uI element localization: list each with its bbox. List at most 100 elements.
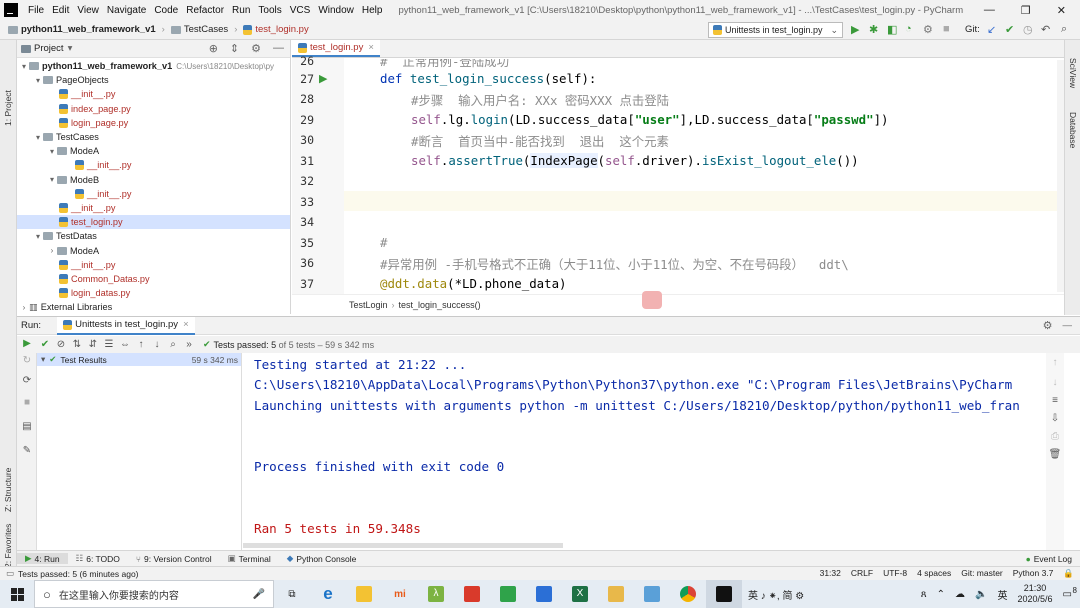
pycharm-taskbar-icon[interactable] (706, 580, 742, 608)
menu-refactor[interactable]: Refactor (182, 5, 228, 16)
ignored-filter-icon[interactable]: ⊘ (53, 339, 69, 350)
tab-run[interactable]: ▶ 4: Run (17, 553, 68, 564)
file-explorer-icon[interactable] (346, 580, 382, 608)
tree-item-file-selected[interactable]: test_login.py (17, 215, 290, 230)
indent-setting[interactable]: 4 spaces (917, 568, 951, 579)
green-app-icon[interactable] (490, 580, 526, 608)
passed-filter-icon[interactable]: ✔ (37, 339, 53, 350)
history-icon[interactable]: ◷ (1023, 23, 1033, 36)
git-update-icon[interactable]: ↙ (987, 23, 996, 36)
tree-item-folder[interactable]: ▾ PageObjects (17, 73, 290, 87)
run-icon[interactable]: ▶ (851, 23, 859, 36)
code-line-27[interactable]: def test_login_success(self): (380, 71, 596, 86)
coverage-icon[interactable]: ◧ (887, 23, 897, 36)
rerun-icon[interactable]: ▶ (19, 338, 35, 349)
more-icon[interactable]: » (181, 339, 197, 350)
tree-item-file[interactable]: __init__.py (17, 187, 290, 201)
sciview-tool-tab[interactable]: SciView (1068, 58, 1078, 88)
tree-item-folder[interactable]: ▾ TestCases (17, 130, 290, 144)
red-app-icon[interactable] (454, 580, 490, 608)
collapse-all-icon[interactable]: ⇔ (117, 339, 133, 350)
code-line-29[interactable]: self.lg.login(LD.success_data["user"],LD… (411, 112, 888, 127)
code-line-31[interactable]: self.assertTrue(IndexPage(self.driver).i… (411, 153, 859, 168)
breadcrumb-class[interactable]: TestLogin (349, 300, 388, 310)
rerun-failed-icon[interactable]: ↻ (19, 355, 35, 366)
expand-all-icon[interactable]: ☰ (101, 339, 117, 350)
menu-window[interactable]: Window (314, 5, 358, 16)
menu-run[interactable]: Run (228, 5, 254, 16)
git-commit-icon[interactable]: ✔ (1005, 23, 1014, 36)
toggle-auto-test-icon[interactable]: ⟳ (19, 375, 35, 386)
windows-start-icon[interactable] (0, 580, 34, 608)
search-icon[interactable]: ⌕ (1061, 23, 1067, 36)
breadcrumb-project[interactable]: python11_web_framework_v1 (6, 24, 158, 35)
editor-scrollbar[interactable] (1057, 60, 1064, 292)
ime-toolbar[interactable]: 英 ♪ ⁕, 简 ⚙ (748, 587, 804, 602)
tree-item-file[interactable]: __init__.py (17, 258, 290, 272)
stop-icon[interactable]: ■ (943, 23, 950, 35)
layout-icon[interactable]: ▤ (19, 421, 35, 432)
caret-position[interactable]: 31:32 (820, 568, 841, 579)
git-branch[interactable]: Git: master (961, 568, 1003, 579)
microphone-icon[interactable]: 🎤 (253, 589, 265, 600)
stop-icon[interactable]: ■ (19, 397, 35, 408)
console-hscrollbar[interactable] (243, 543, 563, 548)
close-icon[interactable]: ✕ (1057, 4, 1066, 17)
structure-tool-tab[interactable]: Z: Structure (3, 468, 13, 512)
favorites-tool-tab[interactable]: 2: Favorites (3, 524, 13, 568)
chrome-icon[interactable] (670, 580, 706, 608)
menu-vcs[interactable]: VCS (286, 5, 315, 16)
project-view-select[interactable]: Project (34, 43, 64, 54)
up-arrow-icon[interactable]: ↑ (1047, 357, 1063, 368)
volume-icon[interactable]: 🔈 (975, 589, 987, 600)
network-icon[interactable]: ☁ (955, 589, 965, 600)
tab-run-unittests[interactable]: Unittests in test_login.py × (57, 316, 195, 335)
tree-item-file[interactable]: __init__.py (17, 201, 290, 215)
concurrency-icon[interactable]: ⚙ (923, 23, 933, 36)
debug-icon[interactable]: ✱ (869, 23, 878, 36)
paint-app-icon[interactable] (634, 580, 670, 608)
restore-icon[interactable]: ❐ (1021, 4, 1031, 17)
lock-icon[interactable]: 🔒 (1063, 568, 1074, 579)
profile-icon[interactable]: ◔ (905, 23, 912, 35)
project-tool-tab[interactable]: 1: Project (3, 90, 13, 126)
folder-app-icon[interactable] (598, 580, 634, 608)
scroll-to-end-icon[interactable]: ⇩ (1047, 413, 1063, 424)
run-test-gutter-icon[interactable]: ▶ (319, 72, 327, 85)
python-interpreter[interactable]: Python 3.7 (1013, 568, 1054, 579)
tree-item-file[interactable]: login_page.py (17, 116, 290, 130)
tree-item-file[interactable]: index_page.py (17, 102, 290, 116)
tab-terminal[interactable]: ▣ Terminal (220, 553, 279, 564)
down-arrow-icon[interactable]: ↓ (1047, 377, 1063, 388)
edge-browser-icon[interactable]: e (310, 580, 346, 608)
tab-python-console[interactable]: ◆ Python Console (279, 553, 365, 564)
breadcrumb-file[interactable]: test_login.py (241, 24, 310, 35)
tree-item-folder[interactable]: ▾ TestDatas (17, 229, 290, 243)
code-line-30[interactable]: #断言 首页当中-能否找到 退出 这个元素 (411, 132, 669, 150)
chevron-up-icon[interactable]: ⌃ (937, 589, 945, 600)
hide-icon[interactable]: — (273, 42, 284, 55)
notification-icon[interactable]: ▭ 8 (1063, 586, 1077, 600)
tree-item-folder[interactable]: ▾ ModeA (17, 144, 290, 158)
menu-help[interactable]: Help (358, 5, 387, 16)
tree-item-file[interactable]: __init__.py (17, 158, 290, 172)
soft-wrap-icon[interactable]: ≡ (1047, 395, 1063, 406)
excel-icon[interactable]: X (562, 580, 598, 608)
locate-icon[interactable]: ⊕ (209, 42, 218, 55)
tree-item-folder[interactable]: ▾ ModeB (17, 173, 290, 187)
lambda-app-icon[interactable]: λ (418, 580, 454, 608)
close-tab-icon[interactable]: × (183, 319, 189, 330)
task-view-icon[interactable]: ⧉ (274, 580, 310, 608)
breadcrumb-folder[interactable]: TestCases (169, 24, 230, 35)
tab-event-log[interactable]: ● Event Log (1018, 554, 1080, 564)
code-line-36[interactable]: #异常用例 -手机号格式不正确（大于11位、小于11位、为空、不在号码段） dd… (380, 255, 849, 273)
sort-duration-icon[interactable]: ⇵ (85, 339, 101, 350)
tool-window-icon[interactable]: ▭ (6, 568, 14, 579)
previous-test-icon[interactable]: ↑ (133, 339, 149, 350)
mi-app-icon[interactable]: mi (382, 580, 418, 608)
tree-item-folder[interactable]: › ModeA (17, 243, 290, 257)
clock[interactable]: 21:30 2020/5/6 (1018, 583, 1053, 605)
chevron-down-icon[interactable]: ▾ (68, 43, 73, 54)
menu-tools[interactable]: Tools (254, 5, 285, 16)
menu-code[interactable]: Code (150, 5, 182, 16)
